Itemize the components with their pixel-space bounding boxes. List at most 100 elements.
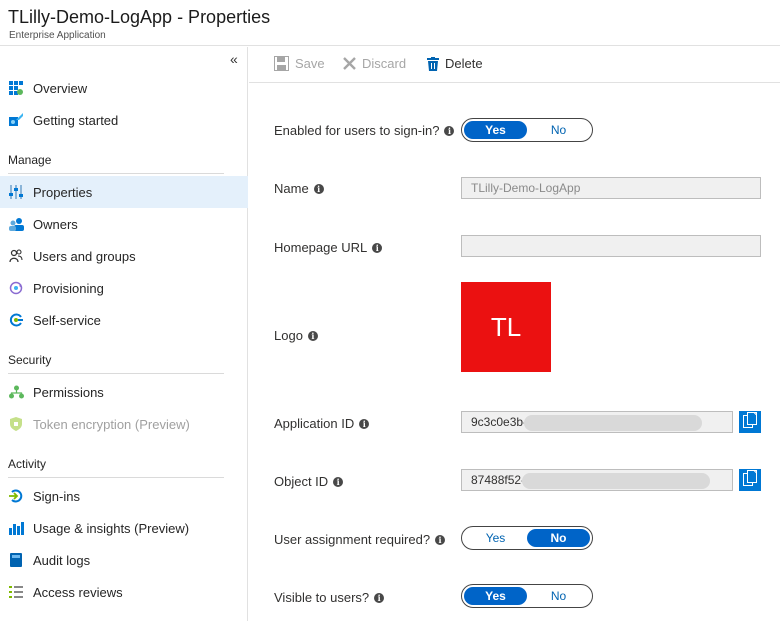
page-title: TLilly-Demo-LogApp - Properties (8, 7, 271, 27)
sidebar-item-getting-started[interactable]: Getting started (0, 104, 248, 136)
sidebar-item-permissions[interactable]: Permissions (0, 376, 248, 408)
info-icon[interactable]: i (313, 183, 324, 194)
grid-icon (8, 80, 24, 96)
info-icon[interactable]: i (374, 592, 385, 603)
sidebar-item-access-reviews[interactable]: Access reviews (0, 576, 248, 608)
redacted-blur (522, 473, 710, 489)
visible-toggle[interactable]: Yes No (461, 584, 593, 608)
sidebar-item-label: Sign-ins (33, 488, 80, 504)
assignment-no-option[interactable]: No (527, 529, 590, 547)
info-icon[interactable]: i (333, 476, 344, 487)
enabled-toggle[interactable]: Yes No (461, 118, 593, 142)
discard-label: Discard (362, 56, 407, 71)
info-icon[interactable]: i (444, 125, 455, 136)
application-id-value: 9c3c0e3b- (471, 415, 528, 429)
enabled-label-text: Enabled for users to sign-in? (274, 123, 440, 138)
discard-button[interactable]: Discard (343, 56, 406, 71)
sidebar-item-audit-logs[interactable]: Audit logs (0, 544, 248, 576)
sidebar-item-self-service[interactable]: Self-service (0, 304, 248, 336)
assignment-toggle[interactable]: Yes No (461, 526, 593, 550)
page-subtitle: Enterprise Application (9, 30, 106, 41)
info-icon[interactable]: i (372, 242, 383, 253)
info-icon[interactable]: i (359, 418, 370, 429)
copy-object-id-button[interactable] (739, 469, 761, 491)
application-id-field[interactable]: 9c3c0e3b- (461, 411, 733, 433)
save-label: Save (295, 56, 325, 71)
logo-label: Logo i (274, 328, 318, 343)
object-id-value: 87488f52- (471, 473, 526, 487)
book-icon (8, 552, 24, 568)
sidebar-item-owners[interactable]: Owners (0, 208, 248, 240)
sidebar-item-label: Getting started (33, 112, 119, 128)
logo-label-text: Logo (274, 328, 303, 343)
sign-ins-icon (8, 488, 24, 504)
app-id-label: Application ID i (274, 416, 370, 431)
sidebar-item-label: Usage & insights (Preview) (33, 520, 190, 536)
chart-icon (8, 520, 24, 536)
visible-yes-option[interactable]: Yes (464, 587, 527, 605)
info-icon[interactable]: i (307, 330, 318, 341)
collapse-sidebar-button[interactable]: « (230, 51, 238, 67)
sidebar-item-label: Token encryption (Preview) (33, 416, 190, 432)
copy-icon (743, 411, 757, 433)
sidebar: « Overview Getting started Manage Proper… (0, 47, 248, 621)
sliders-icon (8, 184, 24, 200)
object-id-label: Object ID i (274, 474, 344, 489)
enabled-no-option[interactable]: No (527, 121, 590, 139)
sidebar-item-overview[interactable]: Overview (0, 72, 248, 104)
sidebar-item-label: Overview (33, 80, 88, 96)
enabled-label: Enabled for users to sign-in? i (274, 123, 455, 138)
assignment-label-text: User assignment required? (274, 532, 431, 547)
sidebar-item-sign-ins[interactable]: Sign-ins (0, 480, 248, 512)
copy-icon (743, 469, 757, 491)
list-icon (8, 584, 24, 600)
sidebar-item-token-encryption[interactable]: Token encryption (Preview) (0, 408, 248, 440)
sidebar-item-provisioning[interactable]: Provisioning (0, 272, 248, 304)
sidebar-item-label: Users and groups (33, 248, 136, 264)
shield-icon (8, 416, 24, 432)
delete-button[interactable]: Delete (427, 56, 483, 71)
sidebar-item-label: Properties (33, 184, 93, 200)
section-activity: Activity (8, 457, 224, 478)
trash-icon (427, 56, 439, 71)
sidebar-item-label: Provisioning (33, 280, 104, 296)
visible-label-text: Visible to users? (274, 590, 370, 605)
app-id-label-text: Application ID (274, 416, 355, 431)
object-id-field[interactable]: 87488f52- (461, 469, 733, 491)
copy-application-id-button[interactable] (739, 411, 761, 433)
name-label-text: Name (274, 181, 309, 196)
permissions-icon (8, 384, 24, 400)
sidebar-item-usage-insights[interactable]: Usage & insights (Preview) (0, 512, 248, 544)
name-field[interactable]: TLilly-Demo-LogApp (461, 177, 761, 199)
redacted-blur (524, 415, 702, 431)
app-logo[interactable]: TL (461, 282, 551, 372)
visible-label: Visible to users? i (274, 590, 385, 605)
close-icon (343, 57, 356, 70)
homepage-label-text: Homepage URL (274, 240, 368, 255)
self-service-icon (8, 312, 24, 328)
blade-header: TLilly-Demo-LogApp - Properties Enterpri… (0, 0, 780, 46)
sidebar-item-label: Owners (33, 216, 78, 232)
enabled-yes-option[interactable]: Yes (464, 121, 527, 139)
name-label: Name i (274, 181, 324, 196)
sidebar-item-properties[interactable]: Properties (0, 176, 248, 208)
provisioning-icon (8, 280, 24, 296)
command-bar: Save Discard Delete (249, 47, 780, 83)
sidebar-item-users-and-groups[interactable]: Users and groups (0, 240, 248, 272)
object-id-label-text: Object ID (274, 474, 329, 489)
homepage-label: Homepage URL i (274, 240, 383, 255)
rocket-icon (8, 112, 24, 128)
owners-icon (8, 216, 24, 232)
delete-label: Delete (445, 56, 483, 71)
sidebar-item-label: Self-service (33, 312, 101, 328)
section-security: Security (8, 353, 224, 374)
sidebar-item-label: Audit logs (33, 552, 91, 568)
sidebar-item-label: Permissions (33, 384, 104, 400)
save-button[interactable]: Save (274, 56, 325, 71)
assignment-yes-option[interactable]: Yes (464, 529, 527, 547)
save-icon (274, 56, 289, 71)
visible-no-option[interactable]: No (527, 587, 590, 605)
homepage-url-field[interactable] (461, 235, 761, 257)
info-icon[interactable]: i (435, 534, 446, 545)
sidebar-item-label: Access reviews (33, 584, 123, 600)
